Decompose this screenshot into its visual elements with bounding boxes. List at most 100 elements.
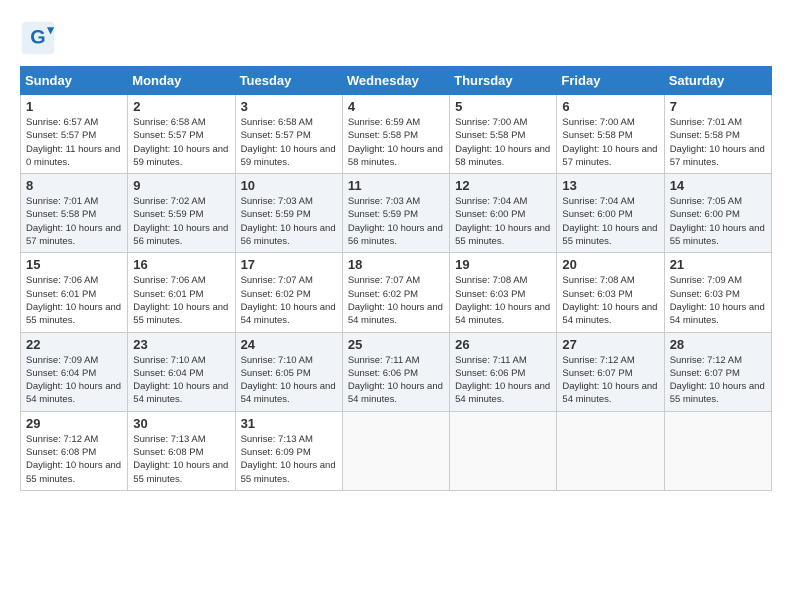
calendar-cell: 10 Sunrise: 7:03 AMSunset: 5:59 PMDaylig… xyxy=(235,174,342,253)
calendar-cell: 5 Sunrise: 7:00 AMSunset: 5:58 PMDayligh… xyxy=(450,95,557,174)
calendar-cell: 25 Sunrise: 7:11 AMSunset: 6:06 PMDaylig… xyxy=(342,332,449,411)
calendar-cell: 11 Sunrise: 7:03 AMSunset: 5:59 PMDaylig… xyxy=(342,174,449,253)
calendar-cell: 12 Sunrise: 7:04 AMSunset: 6:00 PMDaylig… xyxy=(450,174,557,253)
day-info: Sunrise: 7:13 AMSunset: 6:08 PMDaylight:… xyxy=(133,434,228,485)
header-cell-tuesday: Tuesday xyxy=(235,67,342,95)
day-number: 26 xyxy=(455,337,551,352)
calendar-row-3: 15 Sunrise: 7:06 AMSunset: 6:01 PMDaylig… xyxy=(21,253,772,332)
calendar-cell: 20 Sunrise: 7:08 AMSunset: 6:03 PMDaylig… xyxy=(557,253,664,332)
day-info: Sunrise: 7:04 AMSunset: 6:00 PMDaylight:… xyxy=(562,196,657,247)
header-cell-friday: Friday xyxy=(557,67,664,95)
header-cell-saturday: Saturday xyxy=(664,67,771,95)
calendar-cell xyxy=(450,411,557,490)
calendar-cell: 19 Sunrise: 7:08 AMSunset: 6:03 PMDaylig… xyxy=(450,253,557,332)
header-cell-sunday: Sunday xyxy=(21,67,128,95)
header-cell-thursday: Thursday xyxy=(450,67,557,95)
day-info: Sunrise: 7:06 AMSunset: 6:01 PMDaylight:… xyxy=(26,275,121,326)
page-header: G xyxy=(20,20,772,56)
day-info: Sunrise: 7:10 AMSunset: 6:04 PMDaylight:… xyxy=(133,355,228,406)
calendar-cell: 9 Sunrise: 7:02 AMSunset: 5:59 PMDayligh… xyxy=(128,174,235,253)
day-number: 18 xyxy=(348,257,444,272)
header-cell-wednesday: Wednesday xyxy=(342,67,449,95)
calendar-cell: 3 Sunrise: 6:58 AMSunset: 5:57 PMDayligh… xyxy=(235,95,342,174)
logo-icon: G xyxy=(20,20,56,56)
calendar-cell: 30 Sunrise: 7:13 AMSunset: 6:08 PMDaylig… xyxy=(128,411,235,490)
day-info: Sunrise: 7:09 AMSunset: 6:03 PMDaylight:… xyxy=(670,275,765,326)
day-info: Sunrise: 7:12 AMSunset: 6:07 PMDaylight:… xyxy=(670,355,765,406)
calendar-row-1: 1 Sunrise: 6:57 AMSunset: 5:57 PMDayligh… xyxy=(21,95,772,174)
day-info: Sunrise: 6:58 AMSunset: 5:57 PMDaylight:… xyxy=(241,117,336,168)
day-number: 6 xyxy=(562,99,658,114)
day-number: 28 xyxy=(670,337,766,352)
day-number: 22 xyxy=(26,337,122,352)
calendar-cell: 6 Sunrise: 7:00 AMSunset: 5:58 PMDayligh… xyxy=(557,95,664,174)
calendar-cell: 15 Sunrise: 7:06 AMSunset: 6:01 PMDaylig… xyxy=(21,253,128,332)
calendar-cell: 27 Sunrise: 7:12 AMSunset: 6:07 PMDaylig… xyxy=(557,332,664,411)
day-info: Sunrise: 7:12 AMSunset: 6:07 PMDaylight:… xyxy=(562,355,657,406)
day-number: 29 xyxy=(26,416,122,431)
day-info: Sunrise: 7:06 AMSunset: 6:01 PMDaylight:… xyxy=(133,275,228,326)
calendar-table: SundayMondayTuesdayWednesdayThursdayFrid… xyxy=(20,66,772,491)
day-info: Sunrise: 7:01 AMSunset: 5:58 PMDaylight:… xyxy=(670,117,765,168)
calendar-cell: 18 Sunrise: 7:07 AMSunset: 6:02 PMDaylig… xyxy=(342,253,449,332)
day-info: Sunrise: 7:10 AMSunset: 6:05 PMDaylight:… xyxy=(241,355,336,406)
calendar-header: SundayMondayTuesdayWednesdayThursdayFrid… xyxy=(21,67,772,95)
day-info: Sunrise: 7:00 AMSunset: 5:58 PMDaylight:… xyxy=(562,117,657,168)
day-info: Sunrise: 7:07 AMSunset: 6:02 PMDaylight:… xyxy=(241,275,336,326)
day-number: 8 xyxy=(26,178,122,193)
calendar-cell: 7 Sunrise: 7:01 AMSunset: 5:58 PMDayligh… xyxy=(664,95,771,174)
day-number: 25 xyxy=(348,337,444,352)
calendar-cell: 13 Sunrise: 7:04 AMSunset: 6:00 PMDaylig… xyxy=(557,174,664,253)
day-number: 17 xyxy=(241,257,337,272)
day-number: 19 xyxy=(455,257,551,272)
calendar-cell xyxy=(664,411,771,490)
day-number: 12 xyxy=(455,178,551,193)
day-info: Sunrise: 7:08 AMSunset: 6:03 PMDaylight:… xyxy=(455,275,550,326)
calendar-cell: 31 Sunrise: 7:13 AMSunset: 6:09 PMDaylig… xyxy=(235,411,342,490)
calendar-cell xyxy=(342,411,449,490)
day-number: 4 xyxy=(348,99,444,114)
day-number: 21 xyxy=(670,257,766,272)
day-info: Sunrise: 7:11 AMSunset: 6:06 PMDaylight:… xyxy=(455,355,550,406)
calendar-cell: 1 Sunrise: 6:57 AMSunset: 5:57 PMDayligh… xyxy=(21,95,128,174)
day-number: 14 xyxy=(670,178,766,193)
day-number: 2 xyxy=(133,99,229,114)
day-number: 7 xyxy=(670,99,766,114)
day-info: Sunrise: 7:08 AMSunset: 6:03 PMDaylight:… xyxy=(562,275,657,326)
day-number: 1 xyxy=(26,99,122,114)
day-number: 5 xyxy=(455,99,551,114)
calendar-cell: 29 Sunrise: 7:12 AMSunset: 6:08 PMDaylig… xyxy=(21,411,128,490)
svg-text:G: G xyxy=(30,26,45,48)
day-number: 9 xyxy=(133,178,229,193)
calendar-cell: 22 Sunrise: 7:09 AMSunset: 6:04 PMDaylig… xyxy=(21,332,128,411)
calendar-cell: 16 Sunrise: 7:06 AMSunset: 6:01 PMDaylig… xyxy=(128,253,235,332)
calendar-cell: 26 Sunrise: 7:11 AMSunset: 6:06 PMDaylig… xyxy=(450,332,557,411)
calendar-cell: 24 Sunrise: 7:10 AMSunset: 6:05 PMDaylig… xyxy=(235,332,342,411)
day-info: Sunrise: 7:03 AMSunset: 5:59 PMDaylight:… xyxy=(348,196,443,247)
calendar-body: 1 Sunrise: 6:57 AMSunset: 5:57 PMDayligh… xyxy=(21,95,772,491)
day-info: Sunrise: 7:02 AMSunset: 5:59 PMDaylight:… xyxy=(133,196,228,247)
day-info: Sunrise: 7:13 AMSunset: 6:09 PMDaylight:… xyxy=(241,434,336,485)
calendar-row-4: 22 Sunrise: 7:09 AMSunset: 6:04 PMDaylig… xyxy=(21,332,772,411)
day-info: Sunrise: 6:57 AMSunset: 5:57 PMDaylight:… xyxy=(26,117,120,168)
calendar-row-5: 29 Sunrise: 7:12 AMSunset: 6:08 PMDaylig… xyxy=(21,411,772,490)
calendar-cell: 8 Sunrise: 7:01 AMSunset: 5:58 PMDayligh… xyxy=(21,174,128,253)
header-cell-monday: Monday xyxy=(128,67,235,95)
day-number: 15 xyxy=(26,257,122,272)
day-number: 27 xyxy=(562,337,658,352)
calendar-cell: 2 Sunrise: 6:58 AMSunset: 5:57 PMDayligh… xyxy=(128,95,235,174)
calendar-cell: 23 Sunrise: 7:10 AMSunset: 6:04 PMDaylig… xyxy=(128,332,235,411)
calendar-cell: 21 Sunrise: 7:09 AMSunset: 6:03 PMDaylig… xyxy=(664,253,771,332)
day-number: 3 xyxy=(241,99,337,114)
day-number: 31 xyxy=(241,416,337,431)
calendar-cell: 14 Sunrise: 7:05 AMSunset: 6:00 PMDaylig… xyxy=(664,174,771,253)
day-info: Sunrise: 7:03 AMSunset: 5:59 PMDaylight:… xyxy=(241,196,336,247)
header-row: SundayMondayTuesdayWednesdayThursdayFrid… xyxy=(21,67,772,95)
day-info: Sunrise: 7:11 AMSunset: 6:06 PMDaylight:… xyxy=(348,355,443,406)
day-number: 23 xyxy=(133,337,229,352)
day-number: 20 xyxy=(562,257,658,272)
logo: G xyxy=(20,20,62,56)
calendar-row-2: 8 Sunrise: 7:01 AMSunset: 5:58 PMDayligh… xyxy=(21,174,772,253)
day-number: 10 xyxy=(241,178,337,193)
day-info: Sunrise: 7:00 AMSunset: 5:58 PMDaylight:… xyxy=(455,117,550,168)
